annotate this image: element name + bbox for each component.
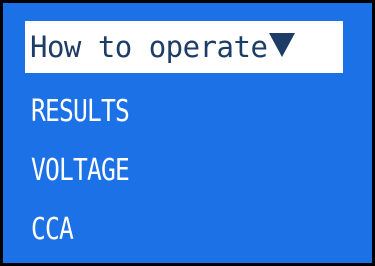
menu-item-cca[interactable]: CCA — [31, 215, 74, 245]
menu-screen: How to operate RESULTS VOLTAGE CCA — [0, 0, 375, 266]
triangle-down-icon — [269, 33, 296, 57]
menu-header-label: How to operate — [30, 29, 268, 64]
menu-dropdown-header[interactable]: How to operate — [25, 21, 343, 73]
menu-item-voltage[interactable]: VOLTAGE — [31, 156, 130, 186]
menu-item-results[interactable]: RESULTS — [31, 97, 130, 127]
